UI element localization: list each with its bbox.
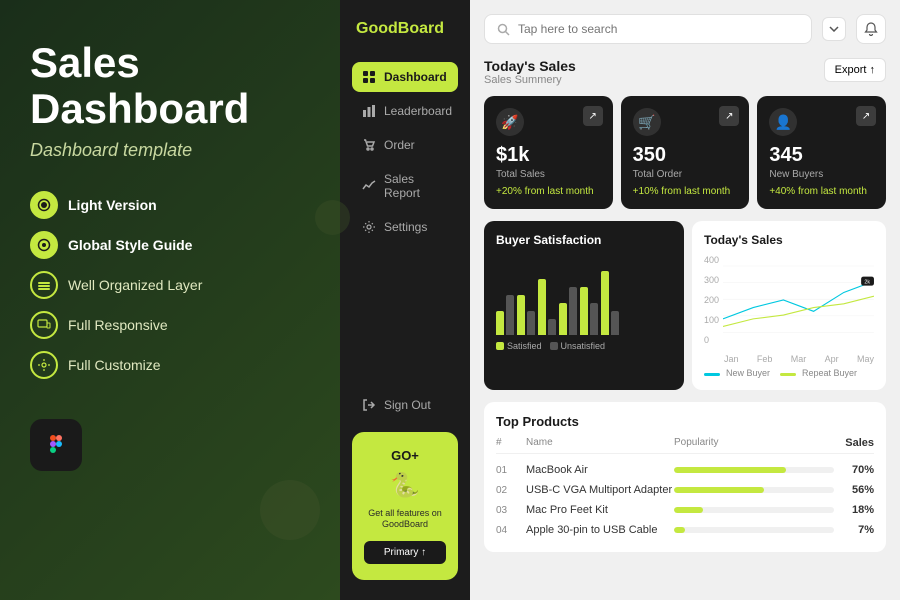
- x-axis-labels: JanFebMarAprMay: [704, 354, 874, 364]
- snake-icon: 🐍: [364, 471, 446, 500]
- stat-total-sales: ↗ 🚀 $1k Total Sales +20% from last month: [484, 96, 613, 209]
- svg-text:2k: 2k: [864, 279, 870, 285]
- nav-order[interactable]: Order: [352, 130, 458, 160]
- stat-total-order: ↗ 🛒 350 Total Order +10% from last month: [621, 96, 750, 209]
- table-row: 01 MacBook Air 70%: [496, 460, 874, 480]
- nav-leaderboard[interactable]: Leaderboard: [352, 96, 458, 126]
- top-products-section: Top Products # Name Popularity Sales 01 …: [484, 402, 886, 552]
- layer-icon: [30, 271, 58, 299]
- customize-icon: [30, 351, 58, 379]
- rocket-icon: 🚀: [496, 108, 524, 136]
- hero-subtitle: Dashboard template: [30, 140, 310, 161]
- todays-sales-header: Today's Sales Sales Summery Export ↑: [484, 58, 886, 86]
- order-icon: 🛒: [633, 108, 661, 136]
- total-sales-change: +20% from last month: [496, 186, 601, 197]
- feature-layer: Well Organized Layer: [30, 271, 310, 299]
- todays-sales-title: Today's Sales: [484, 58, 576, 74]
- feature-layer-label: Well Organized Layer: [68, 277, 202, 293]
- right-container: GoodBoard Dashboard Leaderboard Order Sa…: [340, 0, 900, 600]
- feature-customize: Full Customize: [30, 351, 310, 379]
- nav-settings[interactable]: Settings: [352, 212, 458, 242]
- arrow-icon-3: ↗: [856, 106, 876, 126]
- promo-primary-button[interactable]: Primary ↑: [364, 541, 446, 564]
- notification-button[interactable]: [856, 14, 886, 44]
- promo-card: GO+ 🐍 Get all features on GoodBoard Prim…: [352, 432, 458, 580]
- bar-chart: [496, 255, 672, 335]
- top-products-title: Top Products: [496, 414, 874, 429]
- arrow-icon: ↗: [583, 106, 603, 126]
- promo-badge: GO+: [364, 448, 446, 463]
- buyer-satisfaction-chart: Buyer Satisfaction Satisfied Unsatisfied: [484, 221, 684, 390]
- feature-light-label: Light Version: [68, 197, 157, 213]
- search-input[interactable]: [518, 22, 799, 36]
- new-buyers-change: +40% from last month: [769, 186, 874, 197]
- todays-sales-subtitle: Sales Summery: [484, 74, 576, 86]
- figma-badge: [30, 419, 82, 471]
- total-sales-value: $1k: [496, 144, 601, 167]
- feature-responsive: Full Responsive: [30, 311, 310, 339]
- nav-sign-out[interactable]: Sign Out: [352, 390, 458, 420]
- total-order-change: +10% from last month: [633, 186, 738, 197]
- left-panel: Sales Dashboard Dashboard template Light…: [0, 0, 340, 600]
- header-bar: [484, 14, 886, 44]
- buyer-icon: 👤: [769, 108, 797, 136]
- nav-sales-report[interactable]: Sales Report: [352, 164, 458, 208]
- line-chart-legend: New Buyer Repeat Buyer: [704, 368, 874, 378]
- feature-style-label: Global Style Guide: [68, 237, 192, 253]
- hero-title: Sales Dashboard: [30, 40, 310, 132]
- feature-style: Global Style Guide: [30, 231, 310, 259]
- satisfaction-chart-title: Buyer Satisfaction: [496, 233, 672, 247]
- new-buyers-label: New Buyers: [769, 169, 874, 180]
- products-table: # Name Popularity Sales 01 MacBook Air 7…: [496, 437, 874, 540]
- feature-customize-label: Full Customize: [68, 357, 161, 373]
- main-content: Today's Sales Sales Summery Export ↑ ↗ 🚀…: [470, 0, 900, 600]
- arrow-icon-2: ↗: [719, 106, 739, 126]
- brand-name: GoodBoard: [352, 20, 458, 38]
- style-guide-icon: [30, 231, 58, 259]
- sidebar: GoodBoard Dashboard Leaderboard Order Sa…: [340, 0, 470, 600]
- nav-dashboard[interactable]: Dashboard: [352, 62, 458, 92]
- stats-row: ↗ 🚀 $1k Total Sales +20% from last month…: [484, 96, 886, 209]
- export-button[interactable]: Export ↑: [824, 58, 886, 82]
- stat-new-buyers: ↗ 👤 345 New Buyers +40% from last month: [757, 96, 886, 209]
- col-header-sales: Sales: [834, 437, 874, 449]
- search-icon: [497, 23, 510, 36]
- line-chart-title: Today's Sales: [704, 233, 874, 247]
- table-row: 03 Mac Pro Feet Kit 18%: [496, 500, 874, 520]
- col-header-name: Name: [526, 437, 674, 449]
- line-chart-svg: 2k: [723, 255, 874, 345]
- responsive-icon: [30, 311, 58, 339]
- total-order-label: Total Order: [633, 169, 738, 180]
- satisfaction-legend: Satisfied Unsatisfied: [496, 341, 672, 351]
- col-header-num: #: [496, 437, 526, 449]
- table-row: 02 USB-C VGA Multiport Adapter 56%: [496, 480, 874, 500]
- feature-light: Light Version: [30, 191, 310, 219]
- promo-description: Get all features on GoodBoard: [364, 508, 446, 531]
- table-header: # Name Popularity Sales: [496, 437, 874, 454]
- feature-responsive-label: Full Responsive: [68, 317, 168, 333]
- feature-list: Light Version Global Style Guide Well Or…: [30, 191, 310, 379]
- search-chevron[interactable]: [822, 17, 846, 41]
- light-version-icon: [30, 191, 58, 219]
- new-buyers-value: 345: [769, 144, 874, 167]
- col-header-pop: Popularity: [674, 437, 834, 449]
- total-order-value: 350: [633, 144, 738, 167]
- search-box[interactable]: [484, 14, 812, 44]
- table-row: 04 Apple 30-pin to USB Cable 7%: [496, 520, 874, 540]
- y-axis-labels: 4003002001000: [704, 255, 719, 345]
- today-sales-line-chart: Today's Sales 4003002001000: [692, 221, 886, 390]
- total-sales-label: Total Sales: [496, 169, 601, 180]
- charts-row: Buyer Satisfaction Satisfied Unsatisfied…: [484, 221, 886, 390]
